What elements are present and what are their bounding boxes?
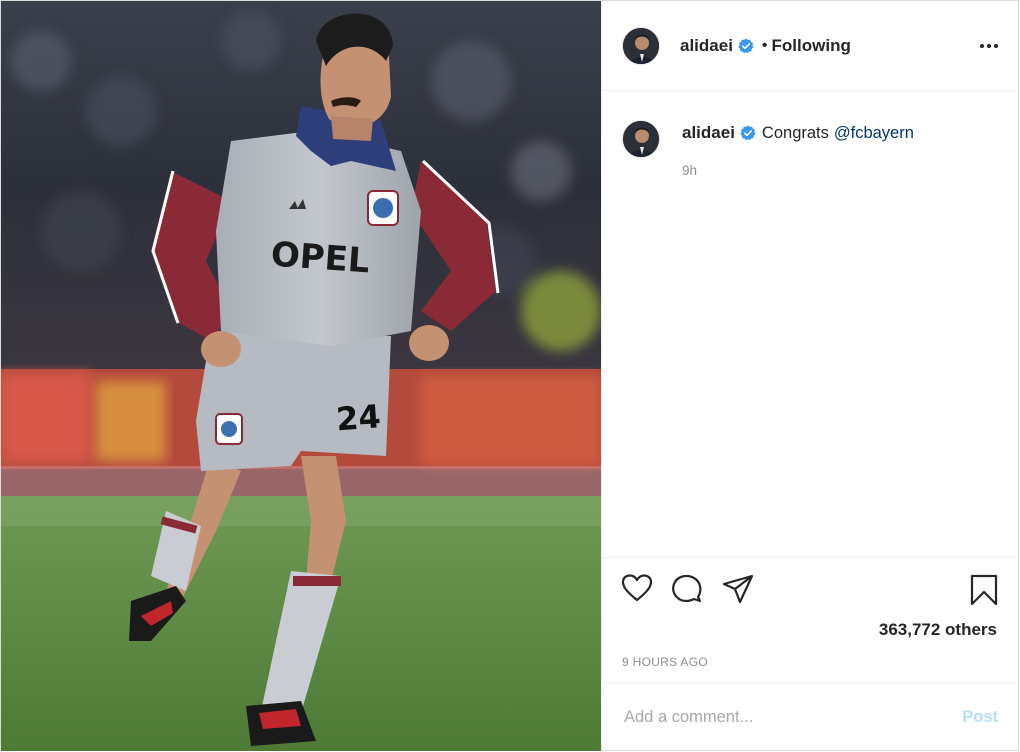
comment-form: Post xyxy=(602,682,1018,751)
post-photo[interactable]: OPEL 24 xyxy=(1,1,601,751)
caption-avatar[interactable] xyxy=(622,120,660,158)
avatar[interactable] xyxy=(622,26,660,65)
caption-text: Congrats xyxy=(761,123,829,142)
post-timestamp[interactable]: 9 HOURS AGO xyxy=(622,655,708,669)
likes-count[interactable]: 363,772 others xyxy=(879,620,997,640)
verified-badge-icon xyxy=(740,125,756,141)
photo-illustration: OPEL 24 xyxy=(1,1,601,751)
shorts-number-text: 24 xyxy=(335,397,382,438)
caption-username[interactable]: alidaei xyxy=(682,123,735,143)
caption-timestamp[interactable]: 9h xyxy=(682,163,914,178)
heart-icon[interactable] xyxy=(621,574,653,607)
post-header: alidaei • Following xyxy=(602,1,1018,91)
comment-input[interactable] xyxy=(622,706,963,728)
action-bar: 363,772 others 9 HOURS AGO xyxy=(602,557,1018,682)
following-button[interactable]: Following xyxy=(772,36,851,56)
caption-body: alidaei Congrats @fcbayern 9h xyxy=(682,123,914,178)
post-dialog: OPEL 24 alidaei • Following alidaei Cong… xyxy=(0,0,1019,751)
header-username[interactable]: alidaei xyxy=(680,36,733,56)
caption-comment: alidaei Congrats @fcbayern 9h xyxy=(602,91,1018,178)
kit-sponsor-text: OPEL xyxy=(270,235,371,282)
paper-plane-icon[interactable] xyxy=(722,574,754,609)
mention-link[interactable]: @fcbayern xyxy=(834,124,914,143)
verified-badge-icon xyxy=(738,38,754,54)
speech-bubble-icon[interactable] xyxy=(671,574,703,609)
ellipsis-icon[interactable] xyxy=(972,36,998,56)
post-comment-button[interactable]: Post xyxy=(962,708,998,727)
separator-dot: • xyxy=(761,36,768,54)
bookmark-icon[interactable] xyxy=(970,574,998,611)
post-side-panel: alidaei • Following alidaei Congrats @fc… xyxy=(601,1,1018,750)
